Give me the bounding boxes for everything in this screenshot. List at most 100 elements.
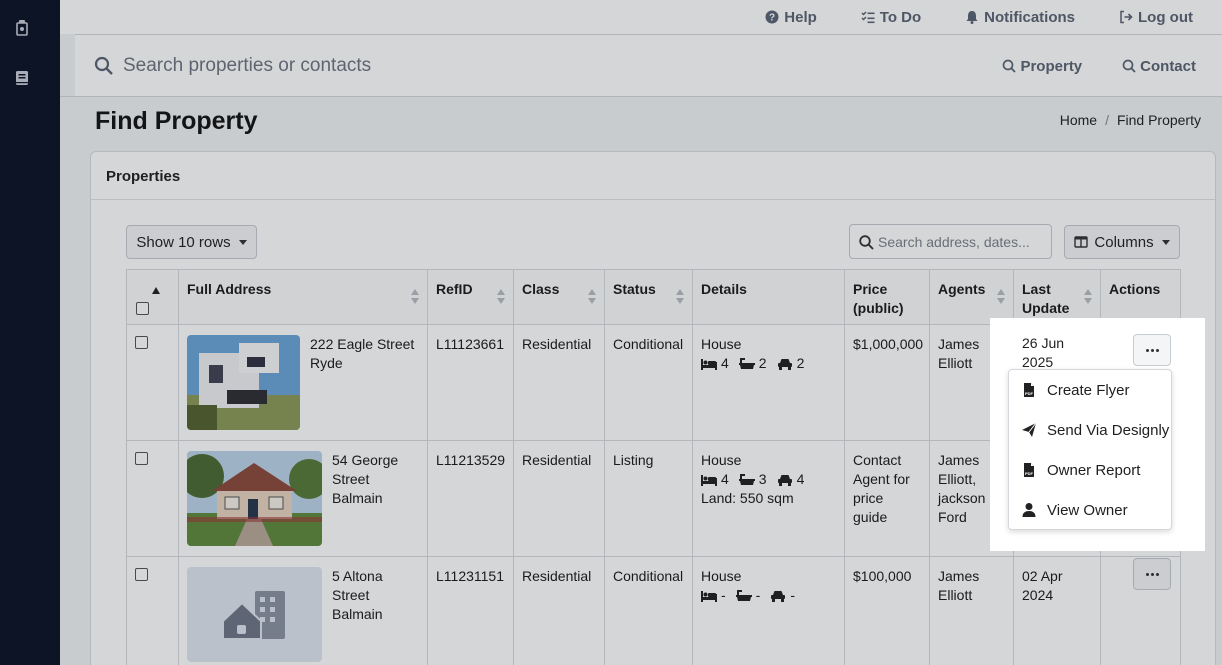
last-update-cell: 02 Apr 2024 — [1013, 556, 1101, 665]
sort-icon — [676, 289, 684, 305]
header-refid[interactable]: RefID — [427, 269, 514, 325]
sort-icon — [588, 289, 596, 305]
search-property-link[interactable]: Property — [1002, 58, 1082, 75]
row-checkbox[interactable] — [135, 336, 148, 349]
logout-link[interactable]: Log out — [1119, 9, 1193, 26]
address-line-1: 5 Altona Street — [332, 568, 383, 603]
header-label: Class — [522, 281, 560, 297]
cars-count: - — [790, 587, 796, 603]
bath-icon — [738, 357, 755, 369]
property-photo[interactable] — [187, 335, 300, 430]
refid-cell: L11213529 — [427, 440, 514, 557]
columns-icon — [1074, 236, 1089, 248]
status-cell: Conditional — [604, 324, 693, 441]
card-header: Properties — [91, 152, 1215, 200]
baths-count: 2 — [758, 355, 767, 371]
columns-label: Columns — [1094, 233, 1154, 251]
todo-link[interactable]: To Do — [861, 9, 921, 26]
details-cell: House 4 3 4 Land: 550 sqm — [692, 440, 845, 557]
placeholder-building-icon[interactable] — [187, 567, 322, 662]
bed-icon — [701, 358, 717, 370]
property-features: 4 3 4 — [701, 470, 836, 489]
last-update-value: 26 Jun 2025 — [1022, 335, 1065, 370]
menu-item-label: Create Flyer — [1047, 381, 1130, 399]
header-last-update[interactable]: Last Update — [1013, 269, 1101, 325]
pdf-file-icon: PDF — [1024, 463, 1034, 477]
search-icon — [1003, 59, 1017, 73]
cars-count: 4 — [796, 471, 805, 487]
header-price: Price (public) — [844, 269, 930, 325]
menu-item-send-via-designly[interactable]: Send Via Designly — [1009, 410, 1171, 450]
bell-icon — [966, 11, 978, 24]
todo-label: To Do — [879, 8, 922, 26]
show-rows-button[interactable]: Show 10 rows — [126, 225, 257, 259]
search-property-label: Property — [1020, 57, 1083, 75]
select-all-checkbox[interactable] — [136, 302, 149, 315]
global-search-input[interactable] — [123, 49, 723, 83]
row-checkbox[interactable] — [135, 568, 148, 581]
breadcrumb-home[interactable]: Home — [1060, 112, 1097, 128]
pdf-file-icon: PDF — [1024, 383, 1034, 397]
address-line-1: 54 George Street — [332, 452, 399, 487]
menu-item-label: Owner Report — [1047, 461, 1141, 479]
header-label: Agents — [938, 281, 986, 297]
beds-count: - — [721, 587, 726, 603]
table-search-input[interactable] — [878, 231, 1048, 253]
contract-icon[interactable] — [13, 18, 31, 36]
menu-item-create-flyer[interactable]: PDF Create Flyer — [1009, 370, 1171, 410]
status-cell: Conditional — [604, 556, 693, 665]
header-class[interactable]: Class — [513, 269, 605, 325]
property-photo[interactable] — [187, 451, 322, 546]
caret-down-icon — [1161, 239, 1170, 245]
search-icon — [1122, 59, 1136, 73]
refid-cell: L11231151 — [427, 556, 514, 665]
header-label: Status — [613, 281, 656, 297]
svg-text:?: ? — [769, 13, 775, 24]
menu-item-label: Send Via Designly — [1047, 421, 1170, 439]
sort-ascending-icon — [152, 287, 160, 294]
address-cell[interactable]: 54 George Street Balmain — [178, 440, 428, 557]
address-cell[interactable]: 5 Altona Street Balmain — [178, 556, 428, 665]
row-actions-button[interactable] — [1133, 558, 1171, 590]
bed-icon — [701, 590, 717, 602]
agents-cell: James Elliott — [929, 556, 1014, 665]
header-full-address[interactable]: Full Address — [178, 269, 428, 325]
logout-icon — [1120, 10, 1133, 24]
top-nav: ? Help To Do Notifications Log out — [765, 0, 1193, 34]
table-search — [849, 224, 1052, 259]
select-all-header[interactable] — [126, 269, 179, 325]
row-select-cell — [126, 440, 179, 557]
class-cell: Residential — [513, 324, 605, 441]
help-link[interactable]: ? Help — [765, 9, 817, 26]
columns-button[interactable]: Columns — [1064, 225, 1180, 259]
book-icon[interactable] — [13, 69, 31, 87]
search-contact-link[interactable]: Contact — [1122, 58, 1196, 75]
menu-item-view-owner[interactable]: View Owner — [1009, 490, 1171, 530]
global-search-bar: Property Contact — [75, 34, 1222, 96]
page-title: Find Property — [95, 107, 258, 135]
help-label: Help — [784, 8, 817, 26]
details-cell: House 4 2 2 — [692, 324, 845, 441]
notifications-link[interactable]: Notifications — [965, 9, 1075, 26]
header-agents[interactable]: Agents — [929, 269, 1014, 325]
question-circle-icon: ? — [765, 10, 779, 24]
table-row[interactable]: 5 Altona Street Balmain L11231151 Reside… — [126, 556, 1181, 665]
header-label: Last Update — [1022, 281, 1070, 316]
address-cell[interactable]: 222 Eagle Street Ryde — [178, 324, 428, 441]
baths-count: 3 — [758, 471, 767, 487]
breadcrumb-current: Find Property — [1116, 112, 1201, 128]
row-checkbox[interactable] — [135, 452, 148, 465]
header-label: Details — [701, 281, 747, 297]
sort-icon — [411, 289, 419, 305]
sort-icon — [1084, 289, 1092, 305]
sort-icon — [997, 289, 1005, 305]
header-label: RefID — [436, 281, 473, 297]
top-bar: ? Help To Do Notifications Log out — [60, 0, 1222, 34]
property-type: House — [701, 568, 742, 584]
menu-item-owner-report[interactable]: PDF Owner Report — [1009, 450, 1171, 490]
header-status[interactable]: Status — [604, 269, 693, 325]
page-header: Find Property Home / Find Property — [60, 96, 1222, 146]
car-icon — [777, 358, 792, 370]
bed-icon — [701, 474, 717, 486]
row-actions-button-active[interactable] — [1133, 334, 1171, 366]
